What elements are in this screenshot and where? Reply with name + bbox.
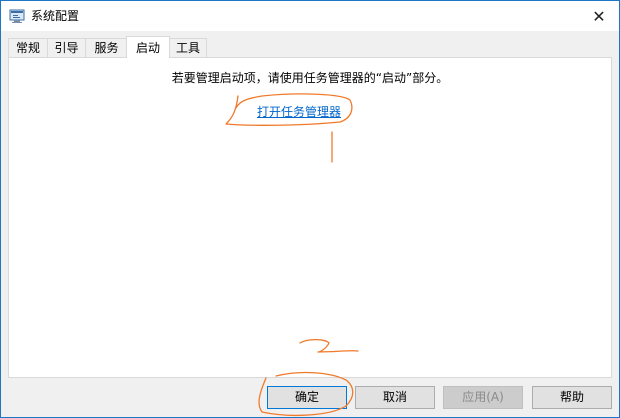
tab-boot[interactable]: 引导: [47, 38, 86, 57]
startup-panel: 若要管理启动项，请使用任务管理器的“启动”部分。 打开任务管理器: [8, 57, 612, 378]
tab-tools[interactable]: 工具: [169, 38, 207, 57]
help-button[interactable]: 帮助: [532, 386, 612, 409]
close-button[interactable]: ✕: [579, 1, 619, 31]
apply-button: 应用(A): [443, 386, 523, 409]
tab-services[interactable]: 服务: [85, 38, 128, 57]
msconfig-icon: [9, 8, 25, 24]
window-title: 系统配置: [31, 9, 80, 23]
startup-info-text: 若要管理启动项，请使用任务管理器的“启动”部分。: [171, 71, 449, 85]
tab-strip: 常规 引导 服务 启动 工具: [8, 36, 612, 58]
system-config-window: 系统配置 ✕ 常规 引导 服务 启动 工具 若要管理启动项，请使用任务管理器的“…: [0, 0, 620, 418]
ok-button[interactable]: 确定: [267, 386, 347, 409]
open-task-manager-link[interactable]: 打开任务管理器: [257, 104, 341, 120]
tab-startup[interactable]: 启动: [126, 36, 170, 58]
close-icon: ✕: [592, 6, 606, 26]
tab-general[interactable]: 常规: [8, 38, 48, 57]
title-bar[interactable]: 系统配置 ✕: [1, 1, 619, 31]
cancel-button[interactable]: 取消: [355, 386, 435, 409]
